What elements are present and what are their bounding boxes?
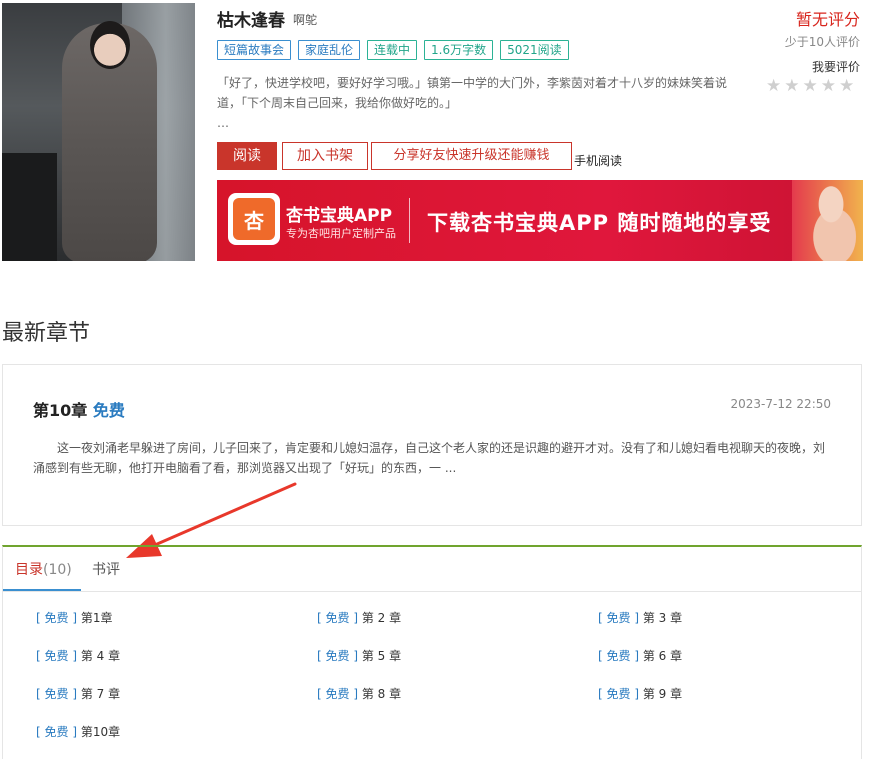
cover-head xyxy=(90,21,130,69)
latest-chapter-heading: 最新章节 xyxy=(2,321,91,346)
chapter-item[interactable]: [ 免费 ] 第 4 章 xyxy=(36,647,120,664)
chapter-title: 第 6 章 xyxy=(642,649,683,663)
banner-model-image xyxy=(792,180,863,261)
chapter-title: 第1章 xyxy=(80,611,113,625)
chapter-item[interactable]: [ 免费 ] 第10章 xyxy=(36,723,120,740)
description-ellipsis: … xyxy=(217,116,229,130)
tag-category[interactable]: 短篇故事会 xyxy=(217,40,292,60)
tag-word-count: 1.6万字数 xyxy=(424,40,494,60)
description-text: 「好了，快进学校吧，要好好学习哦。」镇第一中学的大门外，李紫茵对着才十八岁的妹妹… xyxy=(217,76,728,110)
chapter-title: 第 5 章 xyxy=(361,649,402,663)
active-tab-indicator xyxy=(3,589,81,591)
free-label: 免费 xyxy=(606,649,631,663)
chapter-item[interactable]: [ 免费 ] 第 3 章 xyxy=(598,609,682,626)
cover-lamp xyxy=(2,153,57,261)
tab-toc[interactable]: 目录(10) xyxy=(15,559,72,579)
banner-app-name: 杏书宝典APP xyxy=(286,206,393,226)
book-author[interactable]: 啊鸵 xyxy=(293,11,317,28)
chapter-title: 第 9 章 xyxy=(642,687,683,701)
tab-review[interactable]: 书评 xyxy=(92,559,120,579)
chapter-date: 2023-7-12 22:50 xyxy=(730,397,832,411)
chapter-item[interactable]: [ 免费 ] 第 8 章 xyxy=(317,685,401,702)
banner-app-subtitle: 专为杏吧用户定制产品 xyxy=(286,227,396,240)
read-button[interactable]: 阅读 xyxy=(217,142,277,170)
tag-read-count: 5021阅读 xyxy=(500,40,569,60)
rater-count: 少于10人评价 xyxy=(784,35,860,49)
chapter-tabs-panel: 目录(10) 书评 [ 免费 ] 第1章 [ 免费 ] 第 2 章 [ 免费 ]… xyxy=(2,545,862,759)
free-label: 免费 xyxy=(44,649,69,663)
star-icon[interactable]: ★ xyxy=(803,77,818,95)
book-tags: 短篇故事会 家庭乱伦 连载中 1.6万字数 5021阅读 xyxy=(217,40,569,60)
free-label: 免费 xyxy=(44,611,69,625)
app-logo: 杏 xyxy=(228,193,280,245)
chapter-item[interactable]: [ 免费 ] 第 2 章 xyxy=(317,609,401,626)
chapter-title: 第 3 章 xyxy=(642,611,683,625)
chapter-number: 第10章 xyxy=(33,401,88,420)
tab-toc-label: 目录 xyxy=(15,562,43,578)
free-badge: 免费 xyxy=(92,401,125,420)
free-label: 免费 xyxy=(325,687,350,701)
app-logo-mark: 杏 xyxy=(233,198,275,240)
star-icon[interactable]: ★ xyxy=(821,77,836,95)
star-icon[interactable]: ★ xyxy=(784,77,799,95)
chapter-item[interactable]: [ 免费 ] 第 9 章 xyxy=(598,685,682,702)
banner-divider xyxy=(409,198,410,243)
app-download-banner[interactable]: 杏 杏书宝典APP 专为杏吧用户定制产品 下载杏书宝典APP 随时随地的享受 xyxy=(217,180,863,261)
chapter-title: 第 8 章 xyxy=(361,687,402,701)
rate-link[interactable]: 我要评价 xyxy=(690,58,860,75)
star-icon[interactable]: ★ xyxy=(766,77,781,95)
tag-genre[interactable]: 家庭乱伦 xyxy=(298,40,361,60)
book-description: 「好了，快进学校吧，要好好学习哦。」镇第一中学的大门外，李紫茵对着才十八岁的妹妹… xyxy=(217,73,742,133)
free-label: 免费 xyxy=(44,687,69,701)
free-label: 免费 xyxy=(606,687,631,701)
latest-chapter-title[interactable]: 第10章 免费 xyxy=(33,397,125,421)
free-label: 免费 xyxy=(44,725,69,739)
chapter-item[interactable]: [ 免费 ] 第 6 章 xyxy=(598,647,682,664)
free-label: 免费 xyxy=(606,611,631,625)
free-label: 免费 xyxy=(325,611,350,625)
chapter-title: 第10章 xyxy=(80,725,121,739)
tabs-bar: 目录(10) 书评 xyxy=(3,547,861,592)
free-label: 免费 xyxy=(325,649,350,663)
book-title[interactable]: 枯木逢春 xyxy=(217,6,285,31)
chapter-title: 第 2 章 xyxy=(361,611,402,625)
mobile-read-link[interactable]: 手机阅读 xyxy=(574,152,622,169)
tag-status: 连载中 xyxy=(367,40,418,60)
rating-status: 暂无评分 xyxy=(795,10,860,29)
chapter-item[interactable]: [ 免费 ] 第 7 章 xyxy=(36,685,120,702)
share-button[interactable]: 分享好友快速升级还能赚钱 xyxy=(371,142,572,170)
rating-stars[interactable]: ★ ★ ★ ★ ★ xyxy=(766,77,854,95)
chapter-excerpt: 这一夜刘涌老早躲进了房间，儿子回来了，肯定要和儿媳妇温存，自己这个老人家的还是识… xyxy=(33,441,826,475)
chapter-item[interactable]: [ 免费 ] 第 5 章 xyxy=(317,647,401,664)
book-cover-image[interactable] xyxy=(2,3,195,261)
chapter-title: 第 7 章 xyxy=(80,687,121,701)
add-shelf-button[interactable]: 加入书架 xyxy=(282,142,368,170)
chapter-item[interactable]: [ 免费 ] 第1章 xyxy=(36,609,112,626)
tab-toc-count: (10) xyxy=(43,562,72,578)
banner-slogan: 下载杏书宝典APP 随时随地的享受 xyxy=(427,211,772,235)
star-icon[interactable]: ★ xyxy=(839,77,854,95)
chapter-title: 第 4 章 xyxy=(80,649,121,663)
